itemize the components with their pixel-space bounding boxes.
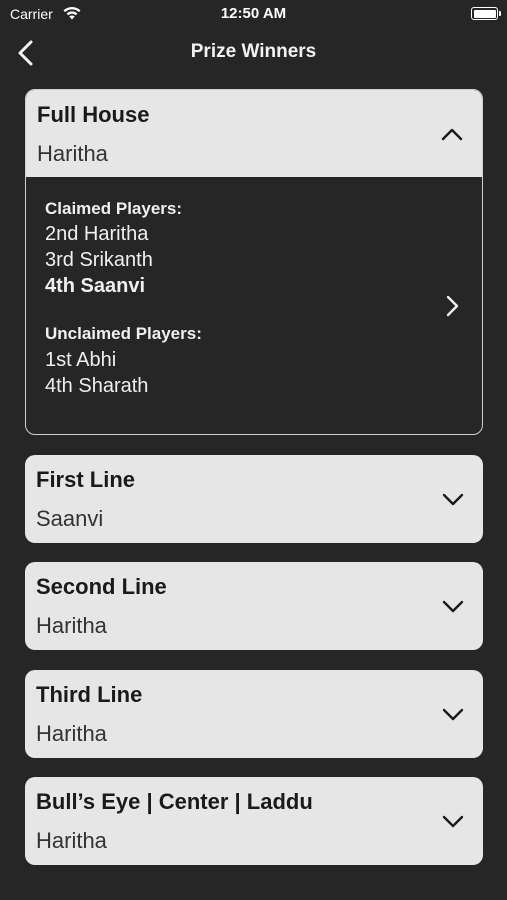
chevron-down-icon[interactable] bbox=[441, 594, 465, 618]
unclaimed-players-label: Unclaimed Players: bbox=[45, 324, 202, 343]
prize-card-header[interactable]: Second Line Haritha bbox=[25, 562, 483, 650]
unclaimed-player: 4th Sharath bbox=[45, 375, 149, 397]
chevron-down-icon[interactable] bbox=[441, 487, 465, 511]
chevron-down-icon[interactable] bbox=[441, 702, 465, 726]
prize-title: Full House bbox=[37, 102, 150, 127]
claimed-player: 2nd Haritha bbox=[45, 223, 149, 245]
prize-card-header[interactable]: Full House Haritha bbox=[26, 90, 482, 177]
chevron-up-icon[interactable] bbox=[440, 122, 464, 146]
claimed-player: 3rd Srikanth bbox=[45, 249, 153, 271]
prize-card-bulls-eye: Bull’s Eye | Center | Laddu Haritha bbox=[25, 777, 483, 865]
prize-details[interactable]: Claimed Players: 2nd Haritha 3rd Srikant… bbox=[26, 177, 482, 434]
prize-title: Second Line bbox=[36, 574, 167, 599]
unclaimed-player: 1st Abhi bbox=[45, 349, 117, 371]
prize-winner: Haritha bbox=[37, 141, 108, 166]
prize-card-full-house: Full House Haritha Claimed Players: 2nd … bbox=[25, 89, 483, 435]
nav-bar: Prize Winners bbox=[0, 30, 507, 76]
prize-title: First Line bbox=[36, 467, 136, 492]
prize-card-header[interactable]: First Line Saanvi bbox=[25, 455, 483, 543]
status-bar: Carrier 12:50 AM bbox=[0, 0, 507, 30]
prize-winner: Haritha bbox=[36, 721, 107, 746]
prize-winner: Haritha bbox=[36, 828, 107, 853]
claimed-player: 4th Saanvi bbox=[45, 275, 146, 297]
prize-title: Bull’s Eye | Center | Laddu bbox=[36, 789, 313, 814]
page-title: Prize Winners bbox=[190, 41, 317, 62]
prize-card-header[interactable]: Bull’s Eye | Center | Laddu Haritha bbox=[25, 777, 483, 865]
chevron-down-icon[interactable] bbox=[441, 809, 465, 833]
prize-card-header[interactable]: Third Line Haritha bbox=[25, 670, 483, 758]
prize-card-first-line: First Line Saanvi bbox=[25, 455, 483, 543]
prize-title: Third Line bbox=[36, 682, 143, 707]
chevron-right-icon[interactable] bbox=[442, 293, 462, 319]
prize-winner: Haritha bbox=[36, 613, 107, 638]
prize-card-third-line: Third Line Haritha bbox=[25, 670, 483, 758]
prize-winner: Saanvi bbox=[36, 506, 104, 531]
clock: 12:50 AM bbox=[220, 5, 287, 22]
claimed-players-label: Claimed Players: bbox=[45, 199, 183, 218]
prize-card-second-line: Second Line Haritha bbox=[25, 562, 483, 650]
battery-icon bbox=[471, 7, 501, 20]
